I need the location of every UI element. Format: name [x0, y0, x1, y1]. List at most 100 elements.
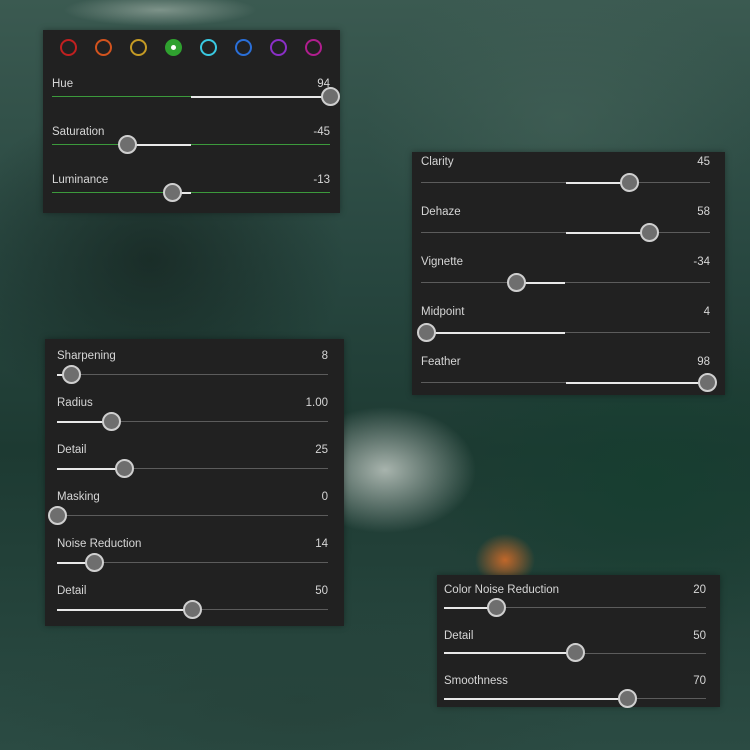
color-detail-value[interactable]: 50: [693, 630, 706, 642]
feather-slider-row: Feather 98: [421, 356, 717, 392]
dehaze-label: Dehaze: [421, 206, 461, 218]
masking-slider-thumb[interactable]: [47, 505, 67, 525]
color-noise-reduction-value[interactable]: 20: [693, 584, 706, 596]
saturation-slider-fill: [127, 143, 191, 146]
smoothness-slider-track[interactable]: [444, 688, 706, 708]
vignette-value[interactable]: -34: [693, 256, 710, 268]
saturation-label: Saturation: [52, 126, 105, 138]
midpoint-slider-thumb[interactable]: [417, 322, 437, 342]
purple-swatch[interactable]: [270, 39, 287, 56]
midpoint-value[interactable]: 4: [704, 306, 710, 318]
noise-detail-slider-row: Detail 50: [57, 585, 328, 619]
dehaze-slider-row: Dehaze 58: [421, 206, 710, 242]
detail-slider-row: Detail 25: [57, 444, 328, 478]
feather-slider-thumb[interactable]: [697, 372, 717, 392]
hue-slider-row: Hue 94: [52, 78, 340, 106]
luminance-value[interactable]: -13: [313, 174, 330, 186]
masking-slider-row: Masking 0: [47, 491, 328, 525]
dehaze-value[interactable]: 58: [697, 206, 710, 218]
magenta-swatch[interactable]: [305, 39, 322, 56]
masking-value[interactable]: 0: [322, 491, 328, 503]
noise-reduction-slider-row: Noise Reduction 14: [57, 538, 328, 572]
luminance-slider-thumb[interactable]: [163, 182, 183, 202]
saturation-slider-track[interactable]: [52, 134, 330, 154]
noise-detail-slider-fill: [57, 608, 193, 611]
color-detail-slider-track[interactable]: [444, 643, 706, 662]
noise-reduction-slider-thumb[interactable]: [85, 552, 105, 572]
radius-value[interactable]: 1.00: [306, 397, 328, 409]
luminance-slider-row: Luminance -13: [52, 174, 330, 202]
feather-label: Feather: [421, 356, 461, 368]
noise-detail-slider-track[interactable]: [57, 599, 328, 619]
saturation-slider-thumb[interactable]: [117, 134, 137, 154]
noise-reduction-label: Noise Reduction: [57, 538, 142, 550]
sharpening-value[interactable]: 8: [322, 350, 328, 362]
midpoint-slider-row: Midpoint 4: [417, 306, 710, 342]
green-swatch[interactable]: [165, 39, 182, 56]
masking-label: Masking: [57, 491, 100, 503]
color-noise-reduction-slider-row: Color Noise Reduction 20: [444, 584, 706, 617]
hue-slider-track[interactable]: [52, 86, 340, 106]
clarity-label: Clarity: [421, 156, 454, 168]
clarity-slider-row: Clarity 45: [421, 156, 710, 192]
effects-panel: Clarity 45 Dehaze 58 Vignette -34 Midpoint 4 Fea…: [412, 152, 725, 395]
vignette-slider-track[interactable]: [421, 272, 710, 292]
color-noise-panel: Color Noise Reduction 20 Detail 50 Smoothnes…: [437, 575, 720, 708]
noise-reduction-slider-track[interactable]: [57, 552, 328, 572]
midpoint-label: Midpoint: [421, 306, 465, 318]
luminance-slider-track[interactable]: [52, 182, 330, 202]
clarity-slider-track[interactable]: [421, 172, 710, 192]
clarity-slider-thumb[interactable]: [619, 172, 639, 192]
yellow-swatch[interactable]: [130, 39, 147, 56]
noise-reduction-value[interactable]: 14: [315, 538, 328, 550]
radius-slider-row: Radius 1.00: [57, 397, 328, 431]
masking-slider-track[interactable]: [47, 505, 328, 525]
luminance-label: Luminance: [52, 174, 109, 186]
color-detail-slider-thumb[interactable]: [565, 643, 585, 662]
color-noise-reduction-slider-thumb[interactable]: [486, 597, 506, 617]
smoothness-slider-thumb[interactable]: [617, 688, 637, 708]
red-swatch[interactable]: [60, 39, 77, 56]
noise-detail-label: Detail: [57, 585, 87, 597]
sharpening-slider-thumb[interactable]: [62, 364, 82, 384]
feather-value[interactable]: 98: [697, 356, 710, 368]
smoothness-value[interactable]: 70: [693, 675, 706, 687]
color-detail-slider-fill: [444, 652, 575, 654]
dehaze-slider-fill: [565, 231, 650, 234]
detail-value[interactable]: 25: [315, 444, 328, 456]
radius-label: Radius: [57, 397, 93, 409]
hue-slider-fill: [191, 95, 330, 98]
noise-detail-value[interactable]: 50: [315, 585, 328, 597]
detail-panel: Sharpening 8 Radius 1.00 Detail 25 Masking 0 Noi…: [45, 339, 344, 626]
dehaze-slider-thumb[interactable]: [639, 222, 659, 242]
detail-slider-track[interactable]: [57, 458, 328, 478]
radius-slider-track[interactable]: [57, 411, 328, 431]
blue-swatch[interactable]: [235, 39, 252, 56]
smoothness-slider-fill: [444, 697, 628, 700]
color-detail-slider-row: Detail 50: [444, 630, 706, 663]
feather-slider-fill: [565, 381, 708, 384]
sharpening-slider-track[interactable]: [57, 364, 328, 384]
midpoint-slider-track[interactable]: [417, 322, 710, 342]
noise-detail-slider-thumb[interactable]: [183, 599, 202, 619]
detail-label: Detail: [57, 444, 87, 456]
color-noise-reduction-slider-track[interactable]: [444, 597, 706, 617]
feather-slider-track[interactable]: [421, 372, 717, 392]
smoothness-label: Smoothness: [444, 675, 508, 687]
smoothness-slider-row: Smoothness 70: [444, 675, 706, 708]
detail-slider-thumb[interactable]: [115, 458, 135, 478]
saturation-value[interactable]: -45: [313, 126, 330, 138]
hue-label: Hue: [52, 78, 74, 90]
clarity-value[interactable]: 45: [697, 156, 710, 168]
orange-swatch[interactable]: [95, 39, 112, 56]
dehaze-slider-track[interactable]: [421, 222, 710, 242]
sharpening-slider-row: Sharpening 8: [57, 350, 328, 384]
sharpening-label: Sharpening: [57, 350, 116, 362]
radius-slider-thumb[interactable]: [101, 411, 121, 431]
vignette-slider-thumb[interactable]: [506, 272, 526, 292]
midpoint-slider-fill: [426, 331, 566, 334]
vignette-label: Vignette: [421, 256, 463, 268]
hue-slider-thumb[interactable]: [320, 86, 340, 106]
aqua-swatch[interactable]: [200, 39, 217, 56]
hsl-panel: Hue 94 Saturation -45 Luminance -13: [43, 30, 340, 213]
